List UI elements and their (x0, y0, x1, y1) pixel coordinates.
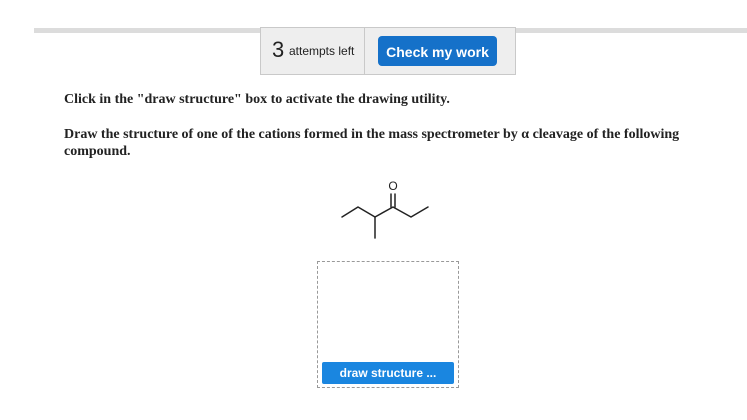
attempt-panel-divider (364, 27, 365, 75)
attempts-label: attempts left (289, 44, 355, 58)
molecule-structure: O (341, 179, 429, 239)
check-my-work-button[interactable]: Check my work (378, 36, 497, 66)
draw-structure-button[interactable]: draw structure ... (322, 362, 454, 384)
question-text: Draw the structure of one of the cations… (64, 127, 680, 159)
oxygen-atom-label: O (388, 179, 397, 193)
attempts-count: 3 (272, 37, 285, 62)
carbon-skeleton (341, 206, 429, 218)
instruction-text: Click in the "draw structure" box to act… (64, 92, 450, 107)
